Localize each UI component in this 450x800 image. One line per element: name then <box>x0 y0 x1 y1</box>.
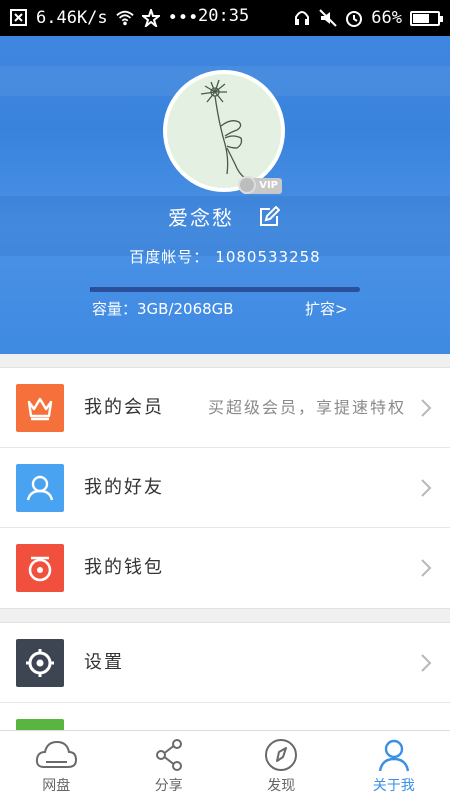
menu-item-friends[interactable]: 我的好友 <box>0 448 450 528</box>
flower-hand-icon <box>200 79 246 179</box>
chevron-right-icon <box>421 654 432 672</box>
tab-label: 发现 <box>267 778 296 794</box>
capacity-progress <box>90 287 360 292</box>
vip-promo-text: 买超级会员，享提速特权 <box>207 398 406 417</box>
menu-label: 我的钱包 <box>84 557 164 578</box>
compass-icon <box>265 739 298 771</box>
person-icon <box>16 464 64 512</box>
star-icon <box>141 9 160 27</box>
chevron-right-icon <box>421 559 432 577</box>
menu-label: 设置 <box>84 652 124 673</box>
account-label: 百度帐号： <box>129 248 210 266</box>
gear-icon <box>16 639 64 687</box>
status-left: 6.46K/s ••• <box>10 8 198 28</box>
tab-discover[interactable]: 发现 <box>225 731 338 800</box>
user-icon <box>378 739 409 772</box>
avatar-image <box>167 74 281 188</box>
wifi-icon <box>115 10 134 26</box>
battery-percent: 66% <box>371 8 402 28</box>
tab-label: 网盘 <box>42 778 71 794</box>
menu-group-settings: 设置 <box>0 622 450 732</box>
menu-item-wallet[interactable]: 我的钱包 <box>0 528 450 608</box>
profile-header: VIP 爱念愁 百度帐号： 1080533258 容量：3GB/2068GB 扩容… <box>0 36 450 354</box>
edit-icon[interactable] <box>258 206 280 228</box>
clock: 20:35 <box>198 6 250 26</box>
vip-diamond-icon <box>238 176 256 194</box>
tab-label: 关于我 <box>372 778 415 794</box>
battery-fill <box>413 13 429 23</box>
chevron-right-icon <box>421 479 432 497</box>
menu-item-settings[interactable]: 设置 <box>0 623 450 703</box>
expand-button[interactable]: 扩容> <box>305 298 348 319</box>
tab-bar: 网盘 分享 发现 关于我 <box>0 730 450 800</box>
alarm-icon <box>346 11 363 27</box>
crown-icon <box>16 384 64 432</box>
share-icon <box>155 739 182 771</box>
menu-label: 我的好友 <box>84 477 164 498</box>
tab-cloud[interactable]: 网盘 <box>0 731 113 800</box>
capacity-text: 容量：3GB/2068GB <box>92 300 234 318</box>
cloud-icon <box>36 740 78 768</box>
tab-label: 分享 <box>154 778 183 794</box>
status-right: 66% <box>293 0 443 36</box>
menu-item-vip[interactable]: 我的会员 买超级会员，享提速特权 <box>0 368 450 448</box>
avatar[interactable] <box>163 70 285 192</box>
vip-badge: VIP <box>238 176 282 194</box>
mute-icon <box>319 9 337 27</box>
menu-item-next[interactable] <box>0 703 450 731</box>
headset-icon <box>295 11 310 25</box>
menu-label: 我的会员 <box>84 397 164 418</box>
menu-group-account: 我的会员 买超级会员，享提速特权 我的好友 我的钱包 <box>0 367 450 609</box>
tab-share[interactable]: 分享 <box>113 731 226 800</box>
battery-icon <box>410 10 443 26</box>
tab-about-me[interactable]: 关于我 <box>338 731 450 800</box>
username: 爱念愁 <box>168 206 234 230</box>
wallet-icon <box>16 544 64 592</box>
account-line: 百度帐号： 1080533258 <box>0 246 450 267</box>
more-dots: ••• <box>167 8 199 28</box>
net-speed: 6.46K/s <box>36 8 108 28</box>
vip-label: VIP <box>259 180 278 191</box>
notification-icon <box>10 9 27 26</box>
account-id: 1080533258 <box>215 248 321 266</box>
chevron-right-icon <box>421 399 432 417</box>
status-bar: 6.46K/s ••• 20:35 66% <box>0 0 450 36</box>
capacity-progress-fill <box>90 287 92 292</box>
